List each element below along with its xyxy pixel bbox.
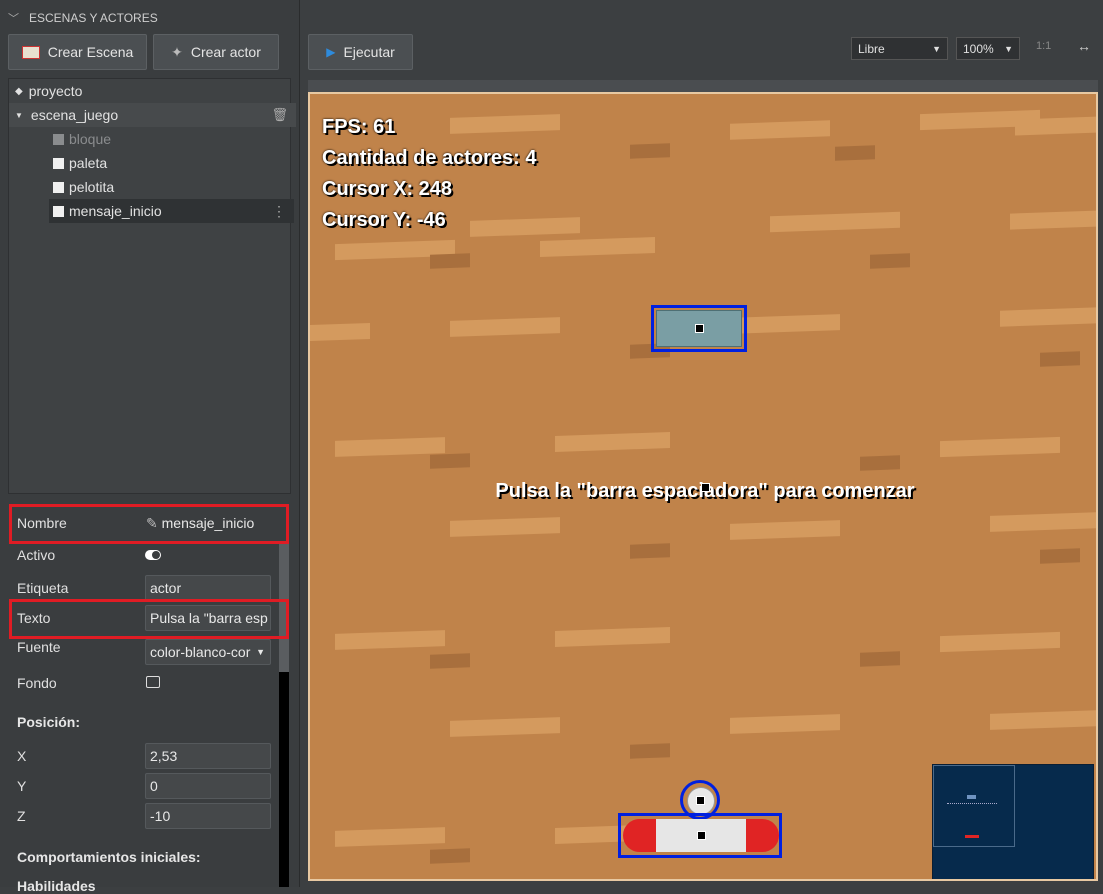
- tree-item-scene[interactable]: ▼ escena_juego 🗑: [9, 103, 296, 127]
- ratio-button[interactable]: 1:1: [1036, 40, 1051, 52]
- z-label: Z: [17, 808, 26, 824]
- run-label: Ejecutar: [343, 44, 395, 60]
- active-toggle[interactable]: [145, 550, 161, 560]
- tree-label: mensaje_inicio: [69, 203, 162, 219]
- z-input[interactable]: -10: [145, 803, 271, 829]
- chevron-down-icon[interactable]: ﹀: [8, 10, 19, 26]
- actor-count: Cantidad de actores: 4: [322, 147, 537, 169]
- diamond-icon: ◆: [15, 85, 23, 97]
- scrollbar-lower: [279, 672, 289, 887]
- dropdown-arrow-icon: ▼: [1004, 43, 1013, 54]
- tree-label: paleta: [69, 155, 108, 171]
- tree-item-actor[interactable]: bloque: [9, 127, 334, 151]
- zoom-select[interactable]: 100% ▼: [956, 37, 1020, 60]
- actor-square-icon: [53, 157, 64, 169]
- properties-panel: Nombre ✎ mensaje_inicio Activo Etiqueta …: [8, 502, 291, 894]
- skills-title: Habilidades: [17, 878, 96, 894]
- mode-value: Libre: [858, 41, 885, 56]
- tree-item-project[interactable]: ◆ proyecto: [9, 79, 296, 103]
- cursor-y: Cursor Y: -46: [322, 209, 446, 231]
- panel-title: ESCENAS Y ACTORES: [29, 11, 158, 25]
- tree-item-actor[interactable]: pelotita: [9, 175, 334, 199]
- font-value: color-blanco-cor: [150, 644, 251, 660]
- name-label: Nombre: [17, 515, 67, 531]
- tree-item-actor-selected[interactable]: mensaje_inicio ⋮: [49, 199, 294, 223]
- stage-top-bar: [308, 80, 1098, 92]
- name-value[interactable]: ✎ mensaje_inicio: [146, 515, 254, 532]
- more-options-icon[interactable]: ⋮: [272, 203, 286, 220]
- tree-item-actor[interactable]: paleta: [9, 151, 334, 175]
- mode-select[interactable]: Libre ▼: [851, 37, 948, 60]
- scenes-actors-panel: ﹀ ESCENAS Y ACTORES Crear Escena ✦ Crear…: [0, 0, 300, 894]
- actor-icon: ✦: [171, 43, 183, 60]
- block-actor[interactable]: [651, 305, 747, 352]
- game-canvas[interactable]: FPS: 61 Cantidad de actores: 4 Cursor X:…: [308, 92, 1098, 881]
- y-input[interactable]: 0: [145, 773, 271, 799]
- position-title: Posición:: [17, 714, 81, 730]
- create-scene-label: Crear Escena: [47, 44, 134, 60]
- origin-marker: [701, 483, 710, 492]
- fps-counter: FPS: 61: [322, 116, 396, 138]
- panel-header[interactable]: ﹀ ESCENAS Y ACTORES: [8, 8, 158, 28]
- text-input[interactable]: Pulsa la "barra esp: [145, 605, 271, 631]
- create-actor-button[interactable]: ✦ Crear actor: [153, 34, 279, 70]
- tree-label: pelotita: [69, 179, 115, 195]
- background-label: Fondo: [17, 675, 57, 691]
- dropdown-arrow-icon: ▼: [256, 647, 265, 657]
- tree-label: bloque: [69, 131, 112, 147]
- caret-down-icon: ▼: [15, 110, 23, 120]
- tree-label: escena_juego: [30, 107, 119, 123]
- font-label: Fuente: [17, 639, 61, 655]
- actor-square-icon: [53, 133, 64, 145]
- image-icon[interactable]: [146, 676, 160, 688]
- zoom-value: 100%: [963, 41, 994, 56]
- y-label: Y: [17, 778, 27, 794]
- actor-square-icon: [53, 181, 64, 193]
- expand-icon[interactable]: ↔: [1077, 38, 1091, 54]
- tag-input[interactable]: actor: [145, 575, 271, 601]
- actor-square-icon: [53, 205, 64, 217]
- x-label: X: [17, 748, 27, 764]
- create-actor-label: Crear actor: [190, 44, 261, 60]
- tag-label: Etiqueta: [17, 580, 69, 596]
- font-select[interactable]: color-blanco-cor ▼: [145, 639, 271, 665]
- scene-tree: ◆ proyecto ▼ escena_juego 🗑 bloque palet…: [8, 78, 296, 494]
- cursor-x: Cursor X: 248: [322, 178, 453, 200]
- create-scene-button[interactable]: Crear Escena: [8, 34, 147, 70]
- minimap[interactable]: [932, 764, 1094, 879]
- behaviors-title: Comportamientos iniciales:: [17, 849, 201, 865]
- dropdown-arrow-icon: ▼: [932, 43, 941, 54]
- x-input[interactable]: 2,53: [145, 743, 271, 769]
- name-text: mensaje_inicio: [161, 515, 255, 531]
- tree-label: proyecto: [28, 83, 83, 99]
- pencil-icon: ✎: [146, 515, 158, 531]
- active-label: Activo: [17, 547, 56, 563]
- run-button[interactable]: ▶ Ejecutar: [308, 34, 413, 70]
- scene-icon: [21, 45, 40, 59]
- trash-icon[interactable]: 🗑: [271, 107, 288, 123]
- text-label: Texto: [17, 610, 51, 626]
- play-icon: ▶: [326, 45, 336, 59]
- paddle-actor[interactable]: [618, 813, 782, 858]
